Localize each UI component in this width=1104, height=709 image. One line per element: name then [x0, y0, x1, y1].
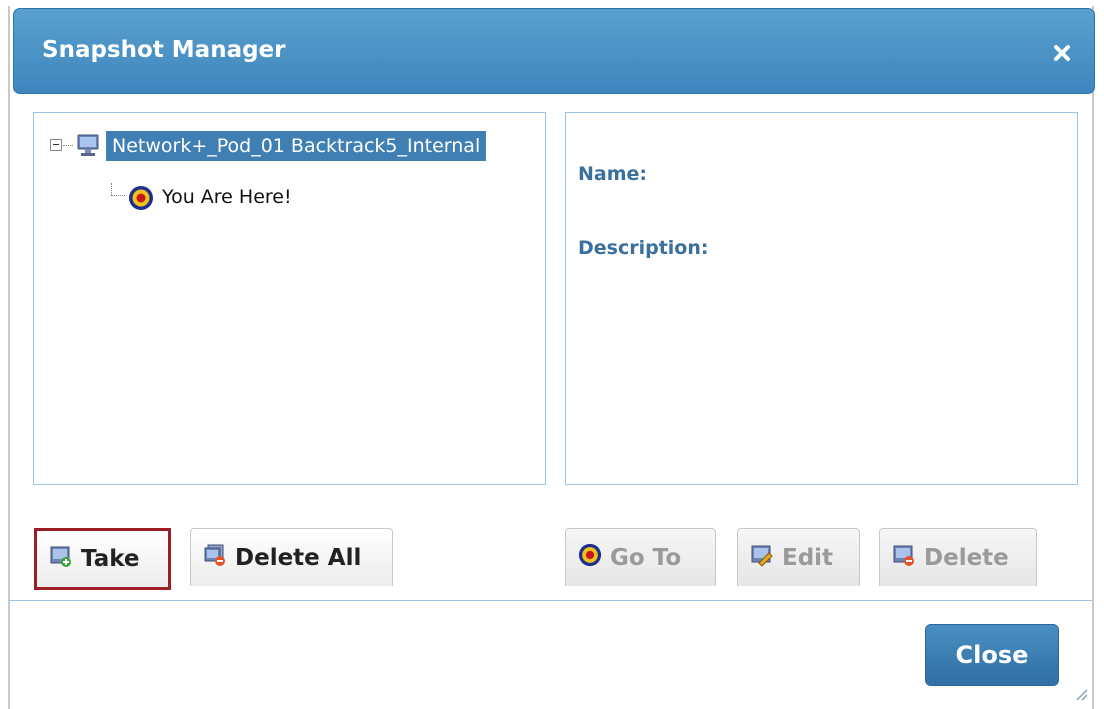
target-icon: [128, 185, 154, 215]
computer-icon: [76, 133, 100, 163]
tree-connector: [111, 195, 125, 196]
footer-divider: [10, 600, 1092, 601]
tree-connector: [111, 183, 112, 195]
close-button[interactable]: Close: [925, 624, 1059, 686]
collapse-icon[interactable]: [50, 139, 62, 151]
description-label: Description:: [578, 237, 709, 259]
title-bar[interactable]: Snapshot Manager: [13, 8, 1095, 94]
tree-child-label[interactable]: You Are Here!: [162, 183, 292, 211]
snapshot-details-panel: Name: Description:: [565, 112, 1078, 485]
delete-label: Delete: [924, 544, 1009, 571]
go-to-label: Go To: [610, 544, 682, 571]
take-snapshot-icon: [49, 544, 73, 574]
delete-all-icon: [203, 543, 227, 573]
edit-snapshot-icon: [750, 543, 774, 573]
delete-snapshot-icon: [892, 543, 916, 573]
dialog-title: Snapshot Manager: [42, 37, 286, 63]
take-label: Take: [81, 546, 140, 572]
name-label: Name:: [578, 163, 648, 185]
delete-button[interactable]: Delete: [879, 528, 1037, 586]
snapshot-manager-dialog: Snapshot Manager Network+_Pod_01 Backtra…: [8, 6, 1095, 709]
resize-grip-icon[interactable]: [1072, 685, 1088, 705]
snapshot-tree-panel: Network+_Pod_01 Backtrack5_Internal You …: [33, 112, 546, 485]
close-x-icon[interactable]: [1052, 43, 1072, 63]
edit-button[interactable]: Edit: [737, 528, 860, 586]
tree-root-label[interactable]: Network+_Pod_01 Backtrack5_Internal: [106, 131, 487, 161]
take-button[interactable]: Take: [34, 528, 171, 590]
edit-label: Edit: [782, 544, 834, 571]
go-to-button[interactable]: Go To: [565, 528, 716, 586]
delete-all-button[interactable]: Delete All: [190, 528, 393, 586]
tree-connector: [63, 145, 73, 146]
delete-all-label: Delete All: [235, 544, 362, 571]
target-icon: [578, 543, 602, 573]
